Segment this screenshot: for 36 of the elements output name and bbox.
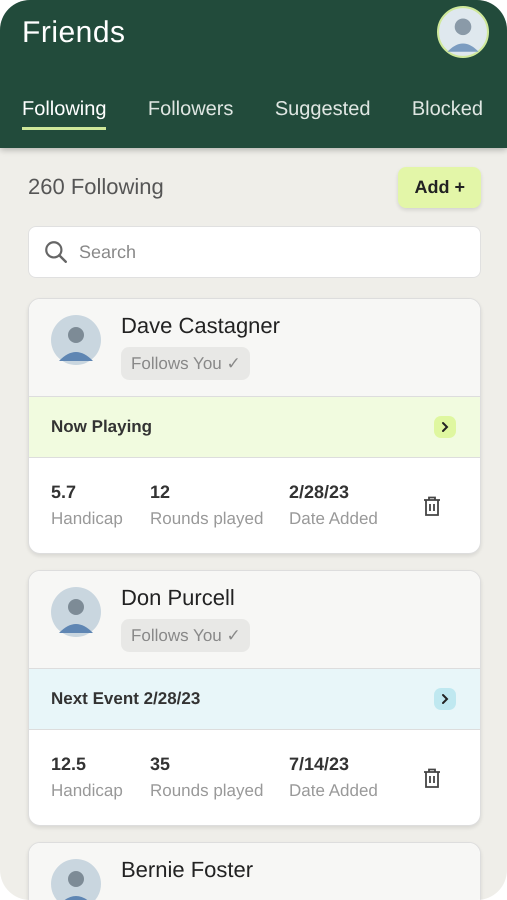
tab[interactable]: Suggested <box>274 80 370 130</box>
avatar <box>51 587 101 637</box>
stat-label: Rounds played <box>150 781 264 801</box>
page-title: Friends <box>22 16 126 50</box>
avatar[interactable] <box>437 6 489 58</box>
friend-name: Dave Castagner <box>121 313 280 339</box>
avatar <box>51 315 101 365</box>
following-count: 260 Following <box>28 174 164 200</box>
friend-name: Bernie Foster <box>121 857 254 883</box>
search-icon <box>43 239 69 265</box>
status-banner[interactable]: Next Event 2/28/23 <box>29 668 480 730</box>
stat-value: 2/28/23 <box>289 482 350 503</box>
tab[interactable]: Following <box>22 80 106 130</box>
stat-value: 12.5 <box>51 754 88 775</box>
follows-you-badge: Follows You ✓ <box>121 619 250 652</box>
tab[interactable]: Followers <box>148 80 234 130</box>
tab[interactable]: Blocked <box>412 80 483 130</box>
status-banner[interactable]: Now Playing <box>29 396 480 458</box>
stat-label: Date Added <box>289 781 379 801</box>
banner-text: Now Playing <box>51 417 152 437</box>
chevron-icon[interactable] <box>434 688 456 710</box>
stat-label: Handicap <box>51 509 124 529</box>
follows-you-badge: Follows You ✓ <box>121 347 250 380</box>
chevron-icon[interactable] <box>434 416 456 438</box>
avatar <box>51 859 101 900</box>
add-button[interactable]: Add + <box>398 166 481 208</box>
stat-value: 5.7 <box>51 482 78 503</box>
friend-name: Don Purcell <box>121 585 235 611</box>
stat-value: 7/14/23 <box>289 754 350 775</box>
search-field[interactable]: Search <box>28 226 481 278</box>
stat-value: 12 <box>150 482 172 503</box>
stat-label: Rounds played <box>150 509 264 529</box>
stat-label: Date Added <box>289 509 379 529</box>
stat-label: Handicap <box>51 781 124 801</box>
stat-value: 35 <box>150 754 172 775</box>
banner-text: Next Event 2/28/23 <box>51 689 200 709</box>
